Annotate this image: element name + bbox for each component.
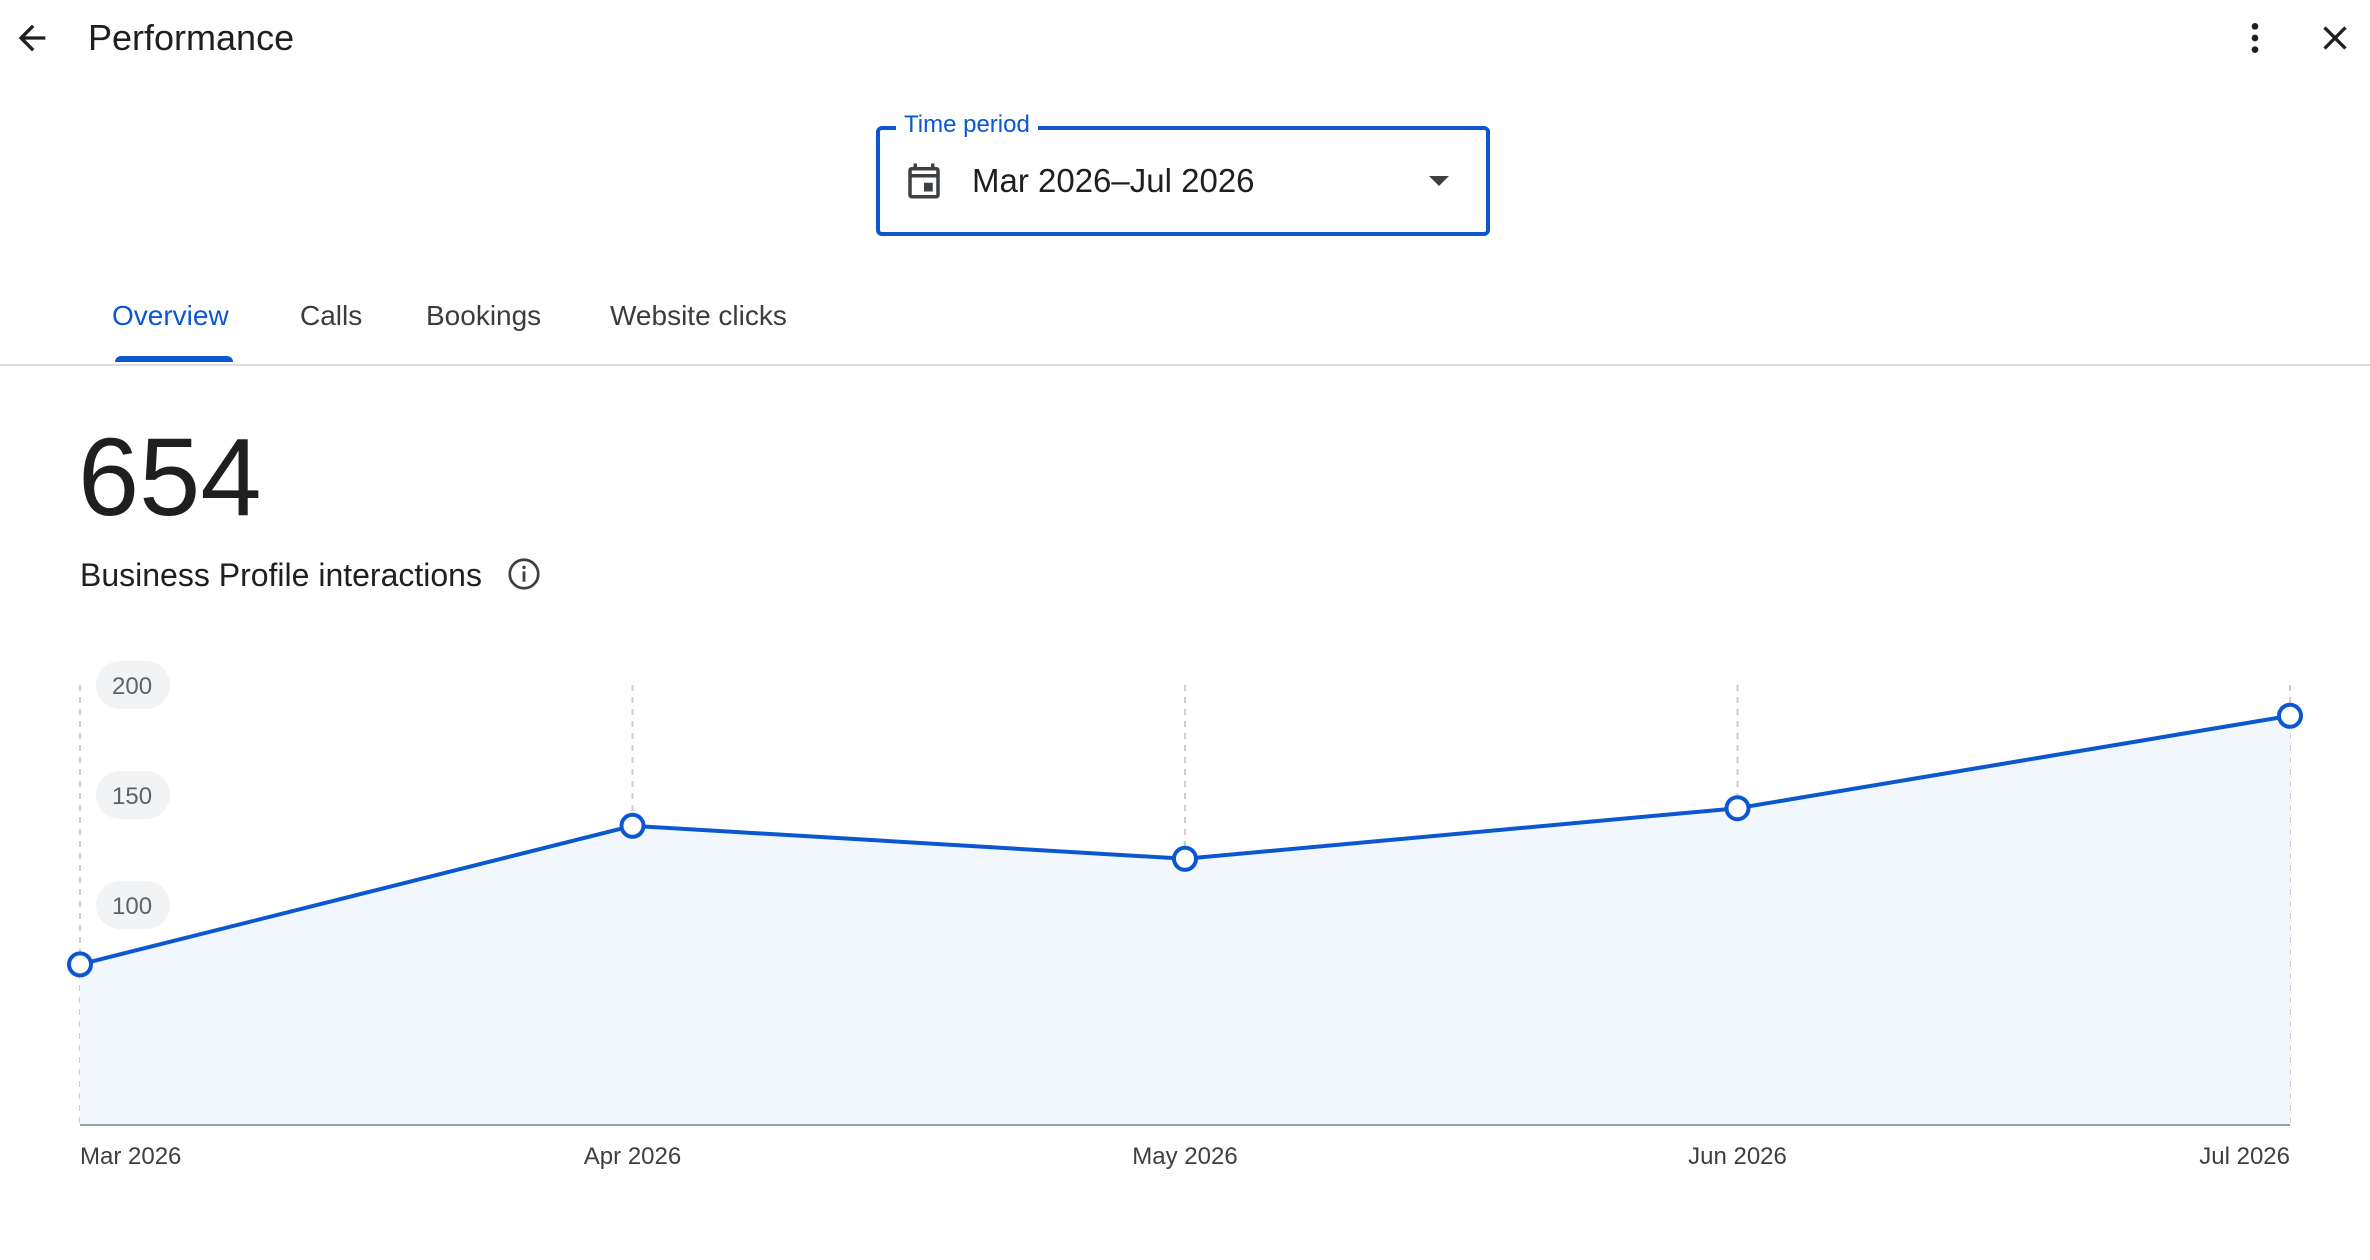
data-point	[2277, 702, 2303, 729]
more-options-button[interactable]	[2231, 14, 2279, 62]
y-tick-label: 100	[112, 893, 152, 920]
time-period-value: Mar 2026–Jul 2026	[972, 162, 1255, 199]
tab-bookings[interactable]: Bookings	[426, 296, 541, 336]
arrow-drop-down-icon	[1425, 170, 1453, 192]
y-tick-label: 150	[112, 783, 152, 810]
page-title: Performance	[88, 17, 295, 58]
arrow-back-icon	[18, 24, 46, 52]
interactions-line-chart: 50100150200Mar 2026Apr 2026May 2026Jun 2…	[67, 661, 2303, 1170]
tab-overview[interactable]: Overview	[112, 296, 229, 336]
tab-calls[interactable]: Calls	[300, 296, 362, 336]
time-period-label: Time period	[896, 109, 1038, 141]
calendar-icon	[903, 160, 945, 202]
series-area	[80, 715, 2290, 1125]
back-button[interactable]	[8, 14, 56, 62]
x-tick-label: May 2026	[1132, 1143, 1237, 1170]
x-tick-label: Jun 2026	[1688, 1143, 1787, 1170]
x-tick-label: Apr 2026	[584, 1143, 681, 1170]
data-point	[67, 951, 93, 978]
x-tick-label: Jul 2026	[2199, 1143, 2290, 1170]
tab-website-clicks[interactable]: Website clicks	[610, 296, 787, 336]
tab-divider	[0, 364, 2370, 366]
data-point	[1724, 795, 1751, 822]
active-tab-indicator	[115, 356, 233, 362]
x-tick-label: Mar 2026	[80, 1143, 181, 1170]
more-vert-icon	[2251, 23, 2259, 53]
info-icon[interactable]	[506, 556, 542, 592]
close-icon	[2323, 26, 2347, 50]
data-point	[619, 812, 646, 839]
total-interactions-value: 654	[78, 416, 262, 539]
y-tick-label: 200	[112, 673, 152, 700]
metric-label: Business Profile interactions	[80, 557, 482, 593]
data-point	[1172, 845, 1198, 872]
close-button[interactable]	[2311, 14, 2359, 62]
